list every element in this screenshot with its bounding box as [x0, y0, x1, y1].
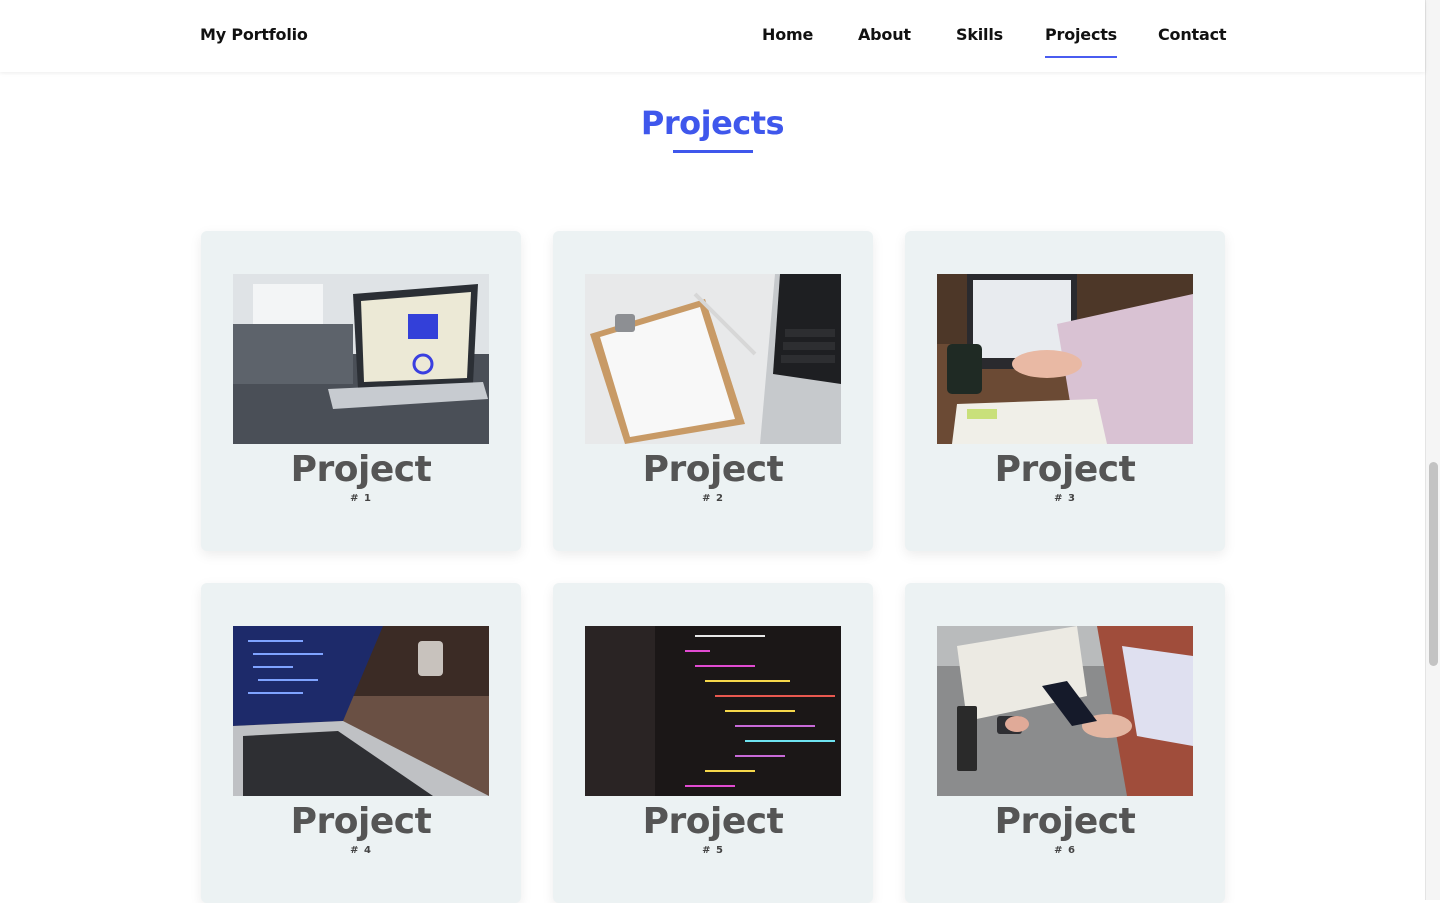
project-number-6: # 6: [1054, 845, 1076, 856]
project-number-3: # 3: [1054, 493, 1076, 504]
project-title-4: Project: [290, 801, 432, 842]
project-card-2[interactable]: Project # 2: [553, 231, 873, 551]
project-image-laptop-dashboard: [233, 274, 489, 444]
nav-projects-label: Projects: [1045, 25, 1118, 44]
nav-projects[interactable]: Projects: [1045, 25, 1118, 58]
project-image-phone-notebook: [937, 626, 1193, 796]
project-image-clipboard-laptop: [585, 274, 841, 444]
section-title: Projects: [640, 104, 785, 142]
project-title-6: Project: [994, 801, 1136, 842]
project-number-1: # 1: [350, 493, 372, 504]
nav-about[interactable]: About: [858, 25, 911, 44]
project-image-laptop-code: [233, 626, 489, 796]
project-card-6[interactable]: Project # 6: [905, 583, 1225, 903]
project-number-4: # 4: [350, 845, 372, 856]
project-card-5[interactable]: Project # 5: [553, 583, 873, 903]
project-card-4[interactable]: Project # 4: [201, 583, 521, 903]
project-title-5: Project: [642, 801, 784, 842]
nav-contact[interactable]: Contact: [1158, 25, 1227, 44]
brand-logo[interactable]: My Portfolio: [200, 25, 308, 44]
nav-skills[interactable]: Skills: [956, 25, 1003, 44]
project-card-3[interactable]: Project # 3: [905, 231, 1225, 551]
project-title-3: Project: [994, 449, 1136, 490]
project-number-2: # 2: [702, 493, 724, 504]
site-header: My Portfolio Home About Skills Projects …: [0, 0, 1425, 72]
project-title-1: Project: [290, 449, 432, 490]
nav-home[interactable]: Home: [762, 25, 813, 44]
project-card-1[interactable]: Project # 1: [201, 231, 521, 551]
scrollbar-thumb[interactable]: [1429, 462, 1438, 666]
project-image-person-typing: [937, 274, 1193, 444]
active-nav-indicator: [1045, 56, 1118, 58]
project-title-2: Project: [642, 449, 784, 490]
project-number-5: # 5: [702, 845, 724, 856]
page-scrollbar[interactable]: [1425, 0, 1440, 900]
project-image-code-screen: [585, 626, 841, 796]
section-title-underline: [673, 150, 753, 153]
